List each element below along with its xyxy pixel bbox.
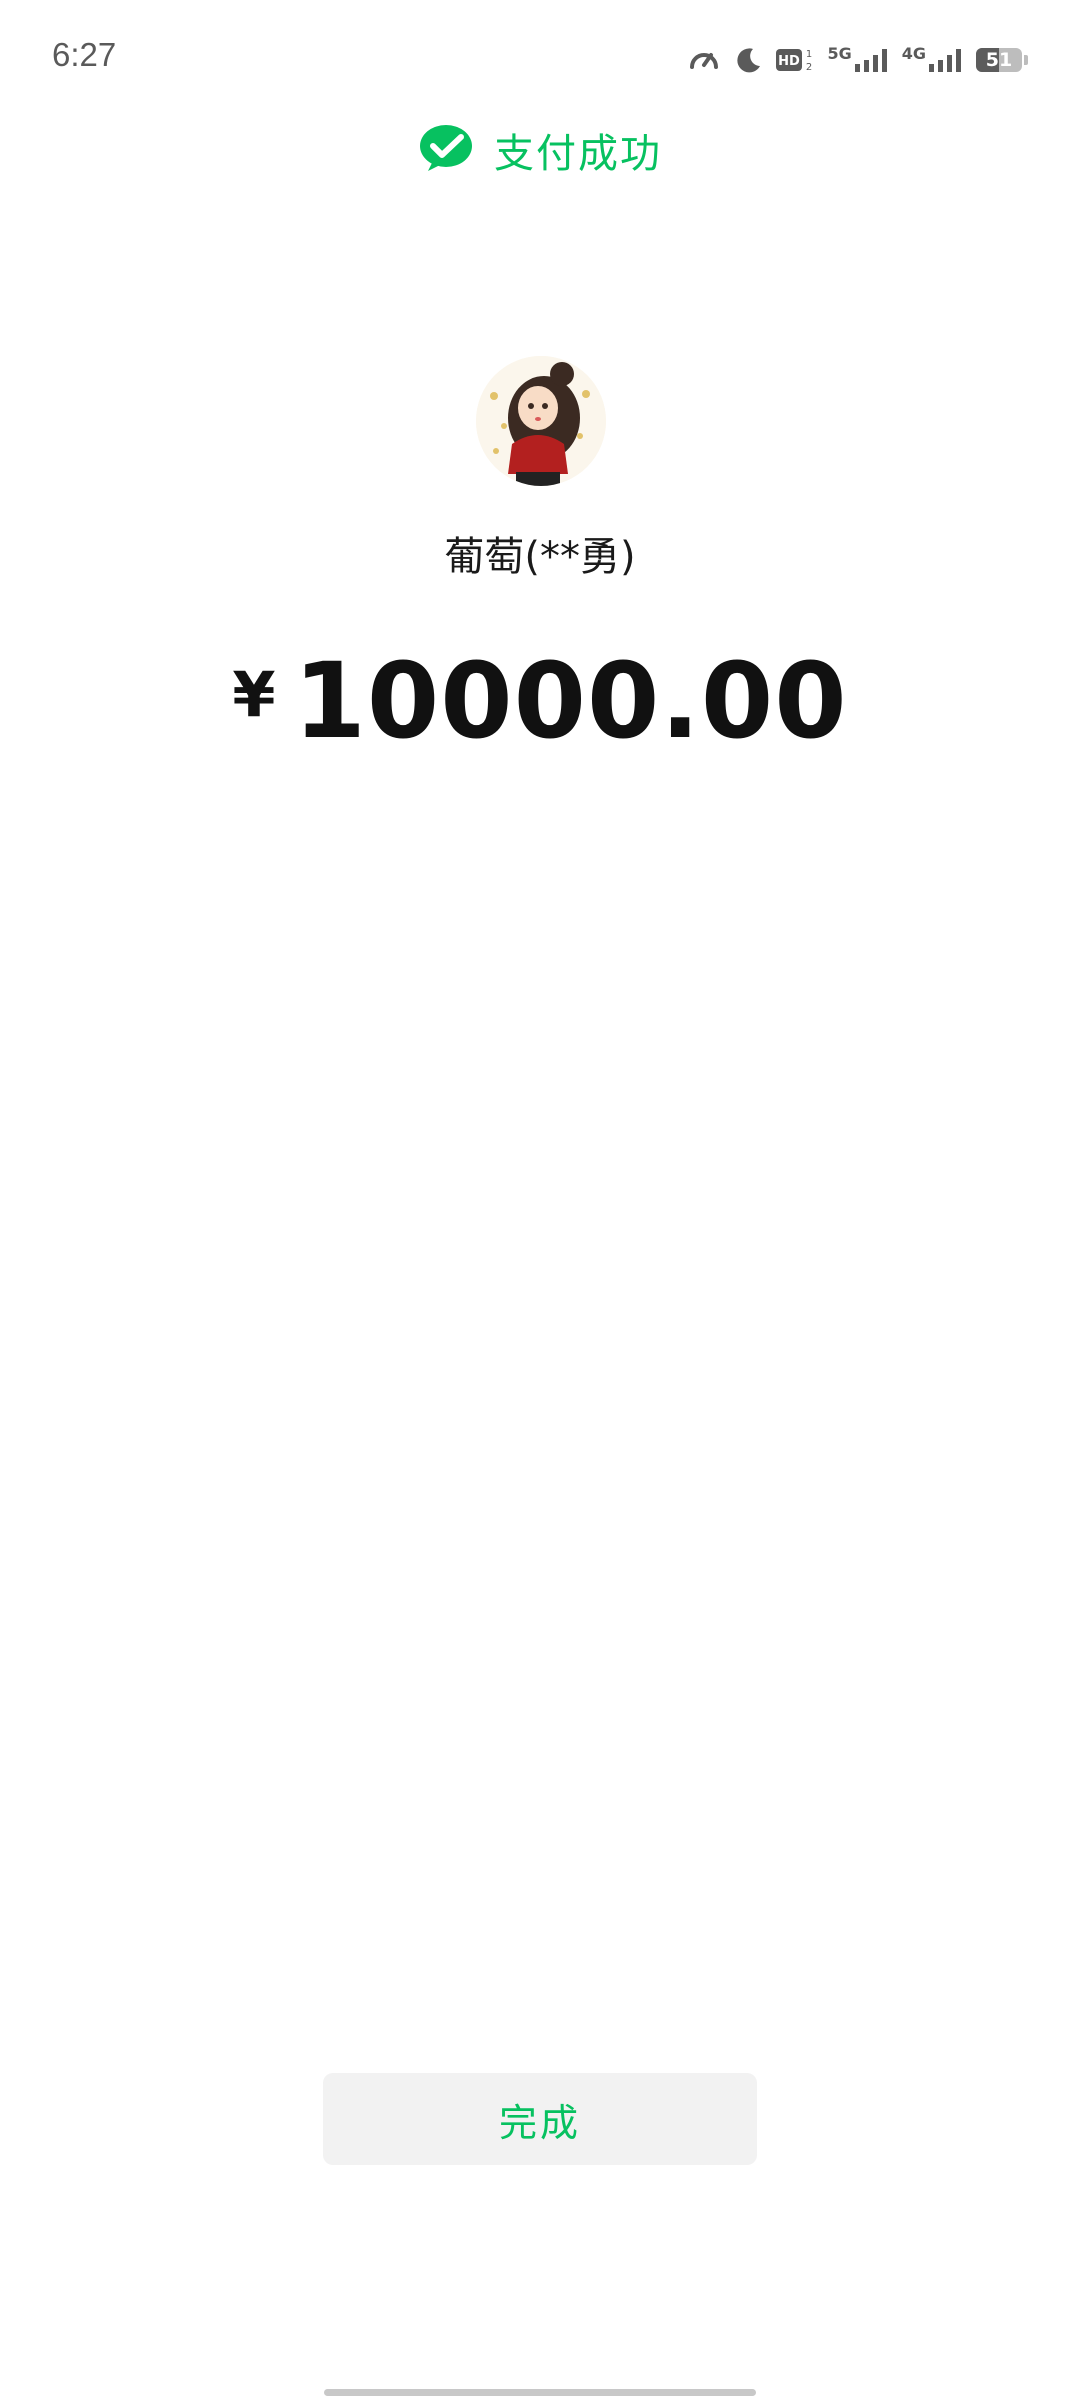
status-time: 6:27 <box>52 36 117 73</box>
amount-row: ¥ 10000.00 <box>0 640 1080 762</box>
wechat-pay-icon <box>418 123 474 177</box>
svg-text:1: 1 <box>806 49 812 60</box>
done-button[interactable]: 完成 <box>323 2073 757 2165</box>
battery-icon: 51 <box>976 48 1022 72</box>
moon-icon <box>733 45 763 75</box>
payment-amount: 10000.00 <box>293 640 848 762</box>
battery-cap <box>1024 55 1028 65</box>
battery-level: 51 <box>985 49 1013 71</box>
status-bar: 6:27 HD 1 2 5G 4G 51 <box>0 0 1080 110</box>
network-4g-label: 4G <box>901 44 926 63</box>
payee-avatar <box>476 356 606 486</box>
svg-text:2: 2 <box>806 62 812 73</box>
avatar-image <box>476 356 606 486</box>
network-5g-label: 5G <box>827 44 852 63</box>
network-4g: 4G <box>901 44 964 73</box>
speedometer-icon <box>687 43 721 77</box>
payee-name: 葡萄(**勇) <box>444 534 636 580</box>
header: 支付成功 <box>0 110 1080 190</box>
signal-5g-icon <box>854 49 887 72</box>
payment-success-screen: 6:27 HD 1 2 5G 4G 51 支付成功 葡萄(**勇) ¥ 1000… <box>0 0 1080 2400</box>
signal-4g-icon <box>929 49 961 72</box>
hd-label: HD <box>779 54 801 69</box>
page-title: 支付成功 <box>494 131 662 177</box>
status-icons: HD 1 2 5G 4G 51 <box>687 36 1028 84</box>
network-5g: 5G <box>827 44 889 73</box>
hd-icon: HD 1 2 <box>775 45 815 75</box>
currency-symbol: ¥ <box>232 658 276 731</box>
home-indicator[interactable] <box>324 2389 756 2396</box>
